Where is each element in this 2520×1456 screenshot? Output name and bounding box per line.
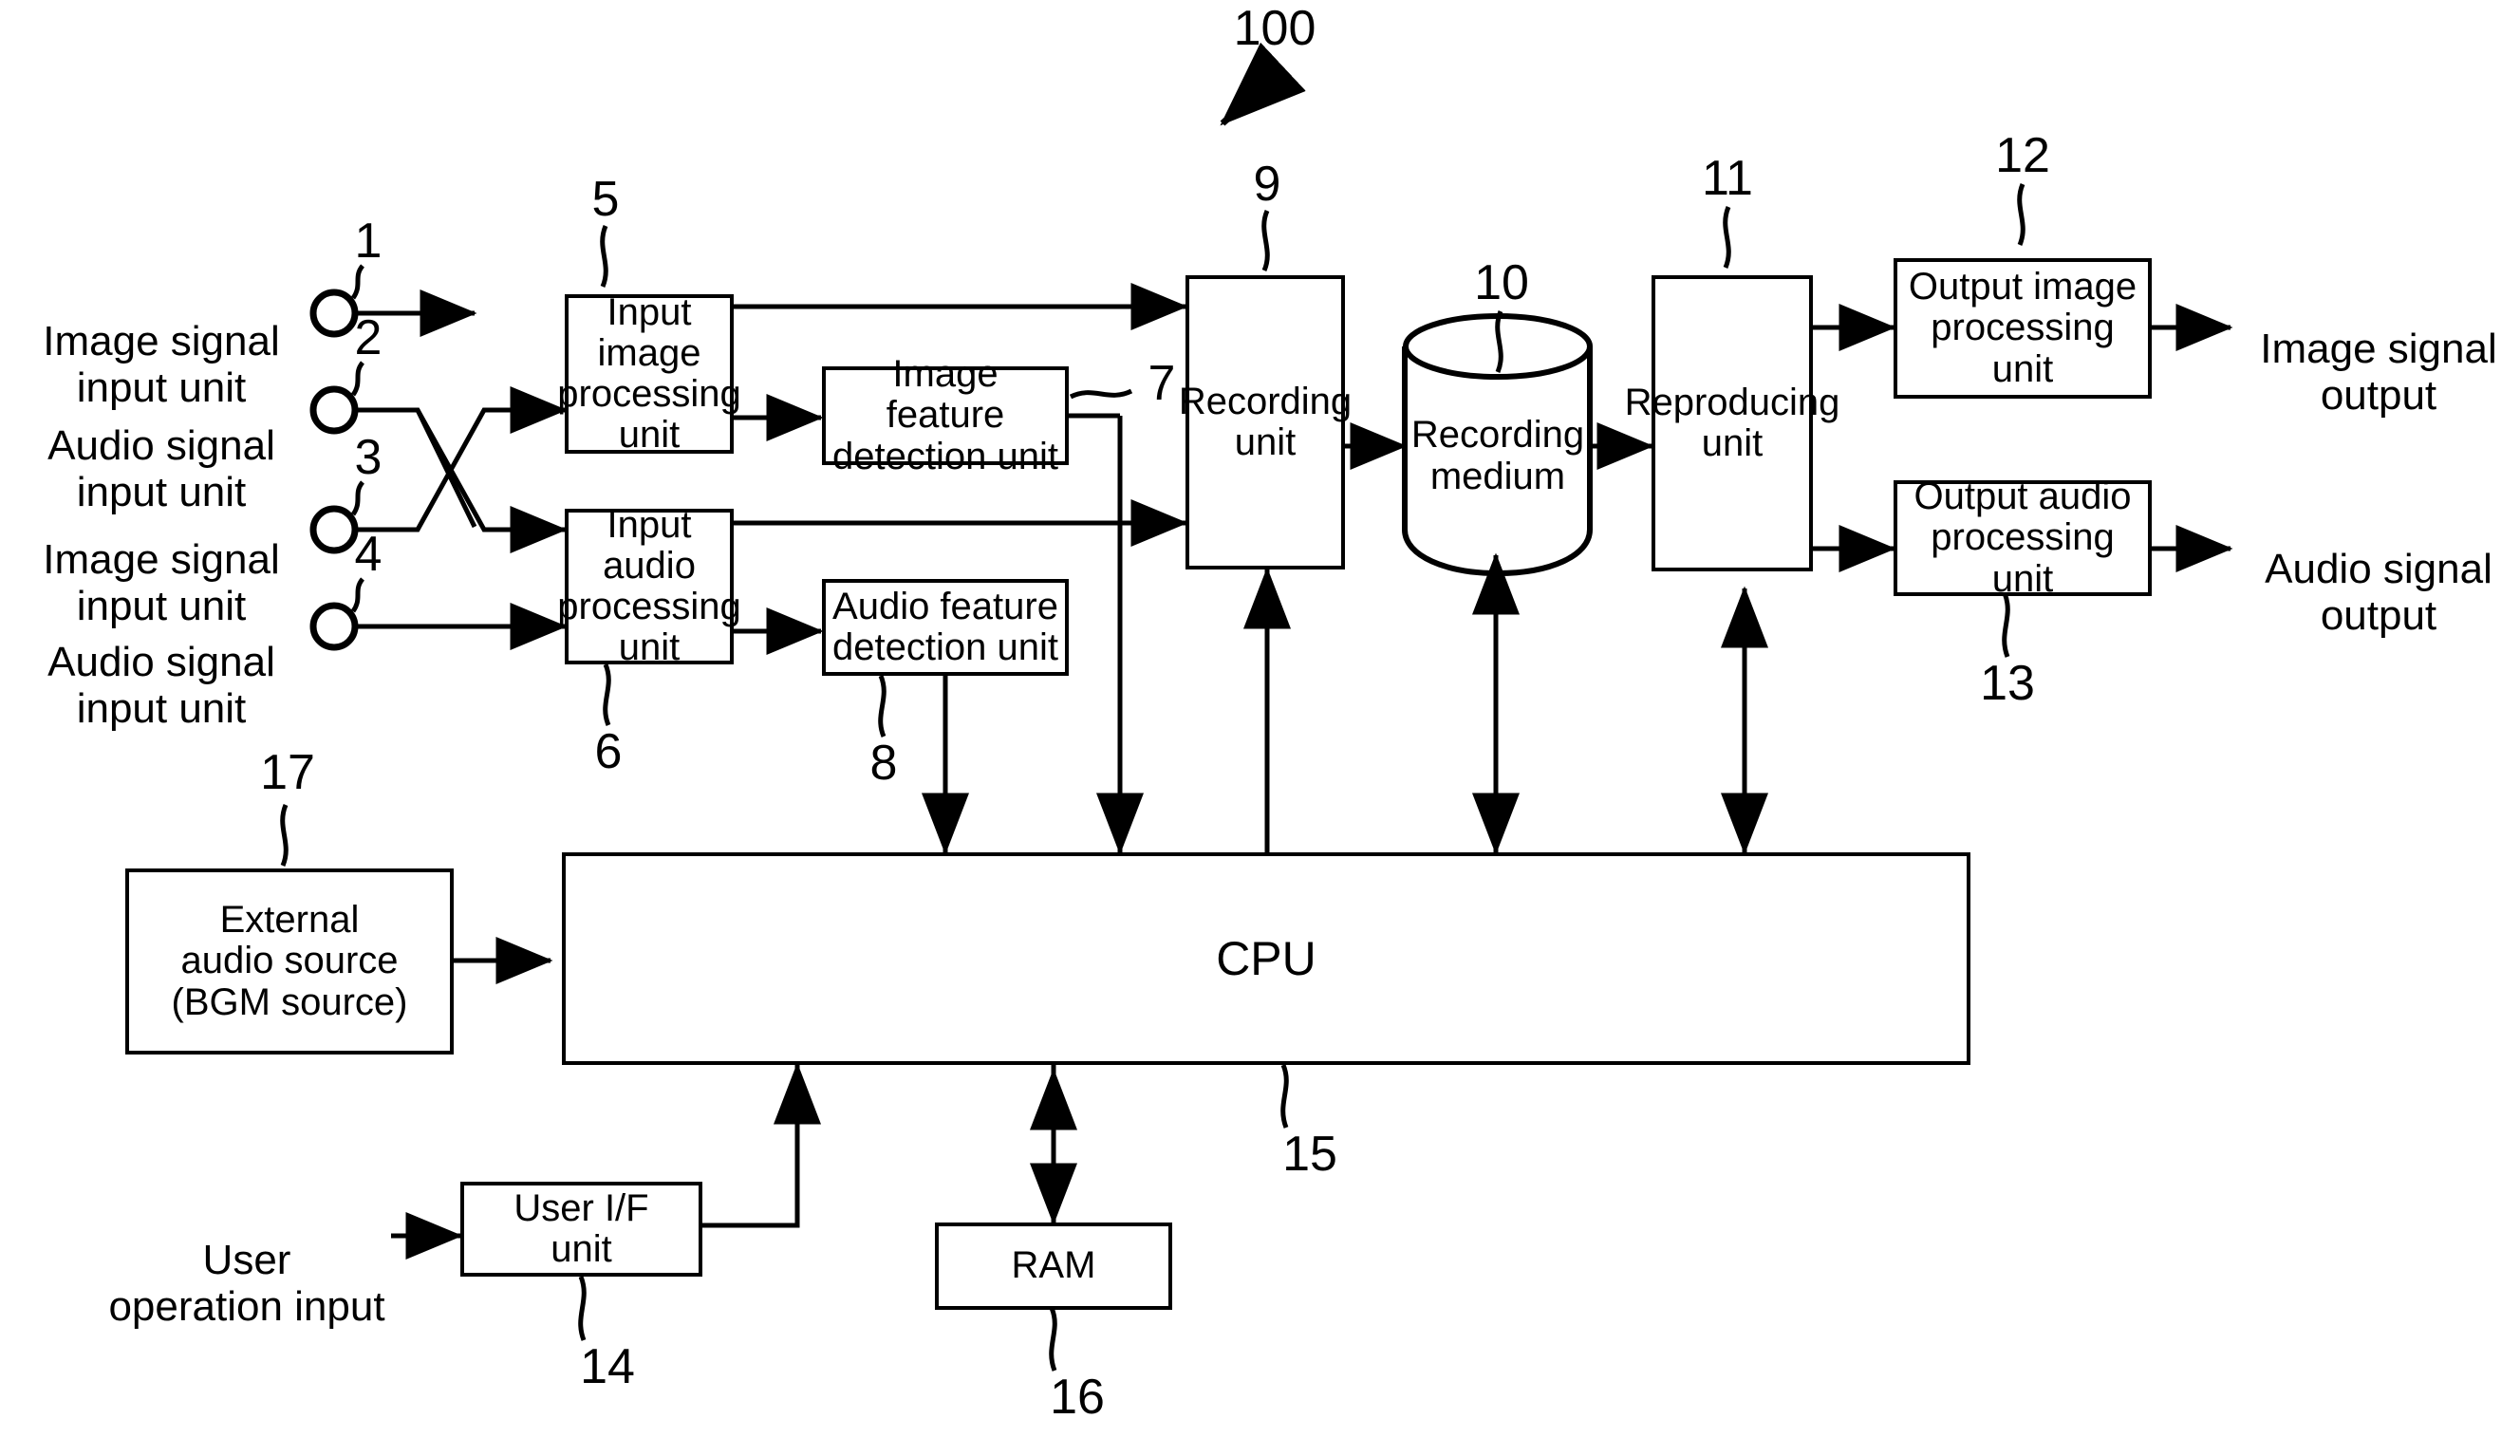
label-image-signal-output: Image signal output [2236,281,2520,419]
refnum-6: 6 [580,727,637,776]
refnum-1: 1 [340,216,397,266]
leader-11 [1723,206,1731,269]
refnum-14: 14 [555,1342,660,1391]
block-input-audio-processing[interactable]: Input audio processing unit [557,504,740,668]
refnum-10-text: 10 [1474,255,1529,310]
block-cpu-label: CPU [1216,932,1316,985]
leader-3 [350,480,365,516]
block-external-audio-source[interactable]: External audio source (BGM source) [125,868,454,1055]
refnum-12: 12 [1970,131,2075,180]
terminal-label-4-text: Audio signal input unit [47,639,275,732]
pointer-100 [1220,42,1306,126]
block-audio-feature-detection[interactable]: Audio feature detection unit [822,579,1069,676]
refnum-5: 5 [577,175,634,224]
block-ram[interactable]: RAM [935,1223,1172,1310]
refnum-4-text: 4 [354,527,383,582]
refnum-17-text: 17 [260,745,315,800]
label-image-signal-output-text: Image signal output [2260,326,2497,419]
leader-6 [603,663,611,726]
block-recording-medium-label: Recording medium [1410,414,1585,497]
leader-4 [350,577,365,613]
leader-16 [1049,1307,1057,1372]
label-user-operation-input-text: User operation input [108,1237,385,1330]
refnum-9: 9 [1239,159,1296,209]
label-audio-signal-output: Audio signal output [2236,501,2520,639]
refnum-16-text: 16 [1050,1370,1105,1425]
refnum-15-text: 15 [1282,1127,1337,1182]
block-ram-label: RAM [1011,1244,1096,1287]
block-input-image-processing-label: Input image processing unit [557,290,741,457]
refnum-2: 2 [340,313,397,363]
refnum-1-text: 1 [354,214,383,269]
label-user-operation-input: User operation input [95,1192,399,1330]
refnum-7-text: 7 [1148,356,1176,411]
refnum-3-text: 3 [354,430,383,485]
block-recording-unit[interactable]: Recording unit [1179,275,1352,569]
block-image-feature-detection[interactable]: Image feature detection unit [822,354,1069,476]
block-input-audio-processing-label: Input audio processing unit [557,503,741,669]
block-recording-unit-label: Recording unit [1178,380,1353,463]
refnum-17: 17 [235,748,340,797]
terminal-circle-2 [309,385,359,435]
block-output-audio-processing[interactable]: Output audio processing unit [1894,476,2152,599]
refnum-8-text: 8 [869,736,898,791]
leader-9 [1261,210,1270,271]
refnum-10: 10 [1449,258,1554,308]
block-output-image-processing-label: Output image processing unit [1908,266,2137,390]
refnum-6-text: 6 [594,724,623,779]
terminal-label-4: Audio signal input unit [9,594,313,732]
block-output-audio-processing-label: Output audio processing unit [1913,476,2132,600]
block-audio-feature-detection-label: Audio feature detection unit [832,585,1058,668]
wire-userif-to-cpu [702,1087,800,1228]
block-user-if-unit[interactable]: User I/F unit [460,1182,702,1277]
terminal-circle-4 [309,602,359,651]
leader-10 [1495,310,1503,373]
refnum-2-text: 2 [354,310,383,365]
leader-14 [578,1276,587,1341]
leader-1 [350,264,365,300]
refnum-100-text: 100 [1233,1,1316,56]
block-input-image-processing[interactable]: Input image processing unit [557,291,740,456]
leader-2 [350,361,365,397]
block-reproducing-unit-label: Reproducing unit [1624,381,1840,464]
block-external-audio-source-label: External audio source (BGM source) [171,899,408,1023]
refnum-13: 13 [1955,659,2060,708]
refnum-7: 7 [1133,359,1190,408]
refnum-14-text: 14 [580,1339,635,1394]
refnum-13-text: 13 [1980,656,2035,711]
refnum-8: 8 [855,738,912,788]
refnum-100: 100 [1223,4,1327,53]
refnum-11: 11 [1675,154,1780,203]
leader-8 [878,675,887,737]
figure-canvas: Input image processing unit Input audio … [0,0,2520,1456]
block-user-if-unit-label: User I/F unit [513,1186,649,1270]
refnum-15: 15 [1258,1129,1362,1179]
refnum-4: 4 [340,530,397,579]
leader-5 [600,225,608,288]
leader-7 [1069,388,1133,400]
block-cpu[interactable]: CPU [562,852,1970,1065]
leader-13 [2002,592,2010,658]
block-output-image-processing[interactable]: Output image processing unit [1894,258,2152,399]
leader-12 [2017,183,2025,246]
block-recording-medium[interactable]: Recording medium [1405,370,1591,541]
refnum-11-text: 11 [1702,151,1753,206]
label-audio-signal-output-text: Audio signal output [2265,546,2492,639]
leader-15 [1280,1064,1289,1129]
refnum-16: 16 [1025,1372,1129,1422]
leader-17 [280,804,289,867]
refnum-9-text: 9 [1253,157,1281,212]
block-image-feature-detection-label: Image feature detection unit [832,353,1058,477]
refnum-12-text: 12 [1995,128,2050,183]
refnum-5-text: 5 [591,172,620,227]
block-reproducing-unit[interactable]: Reproducing unit [1625,275,1839,571]
refnum-3: 3 [340,433,397,482]
wire-t2-to-input-audio-2 [415,408,568,553]
